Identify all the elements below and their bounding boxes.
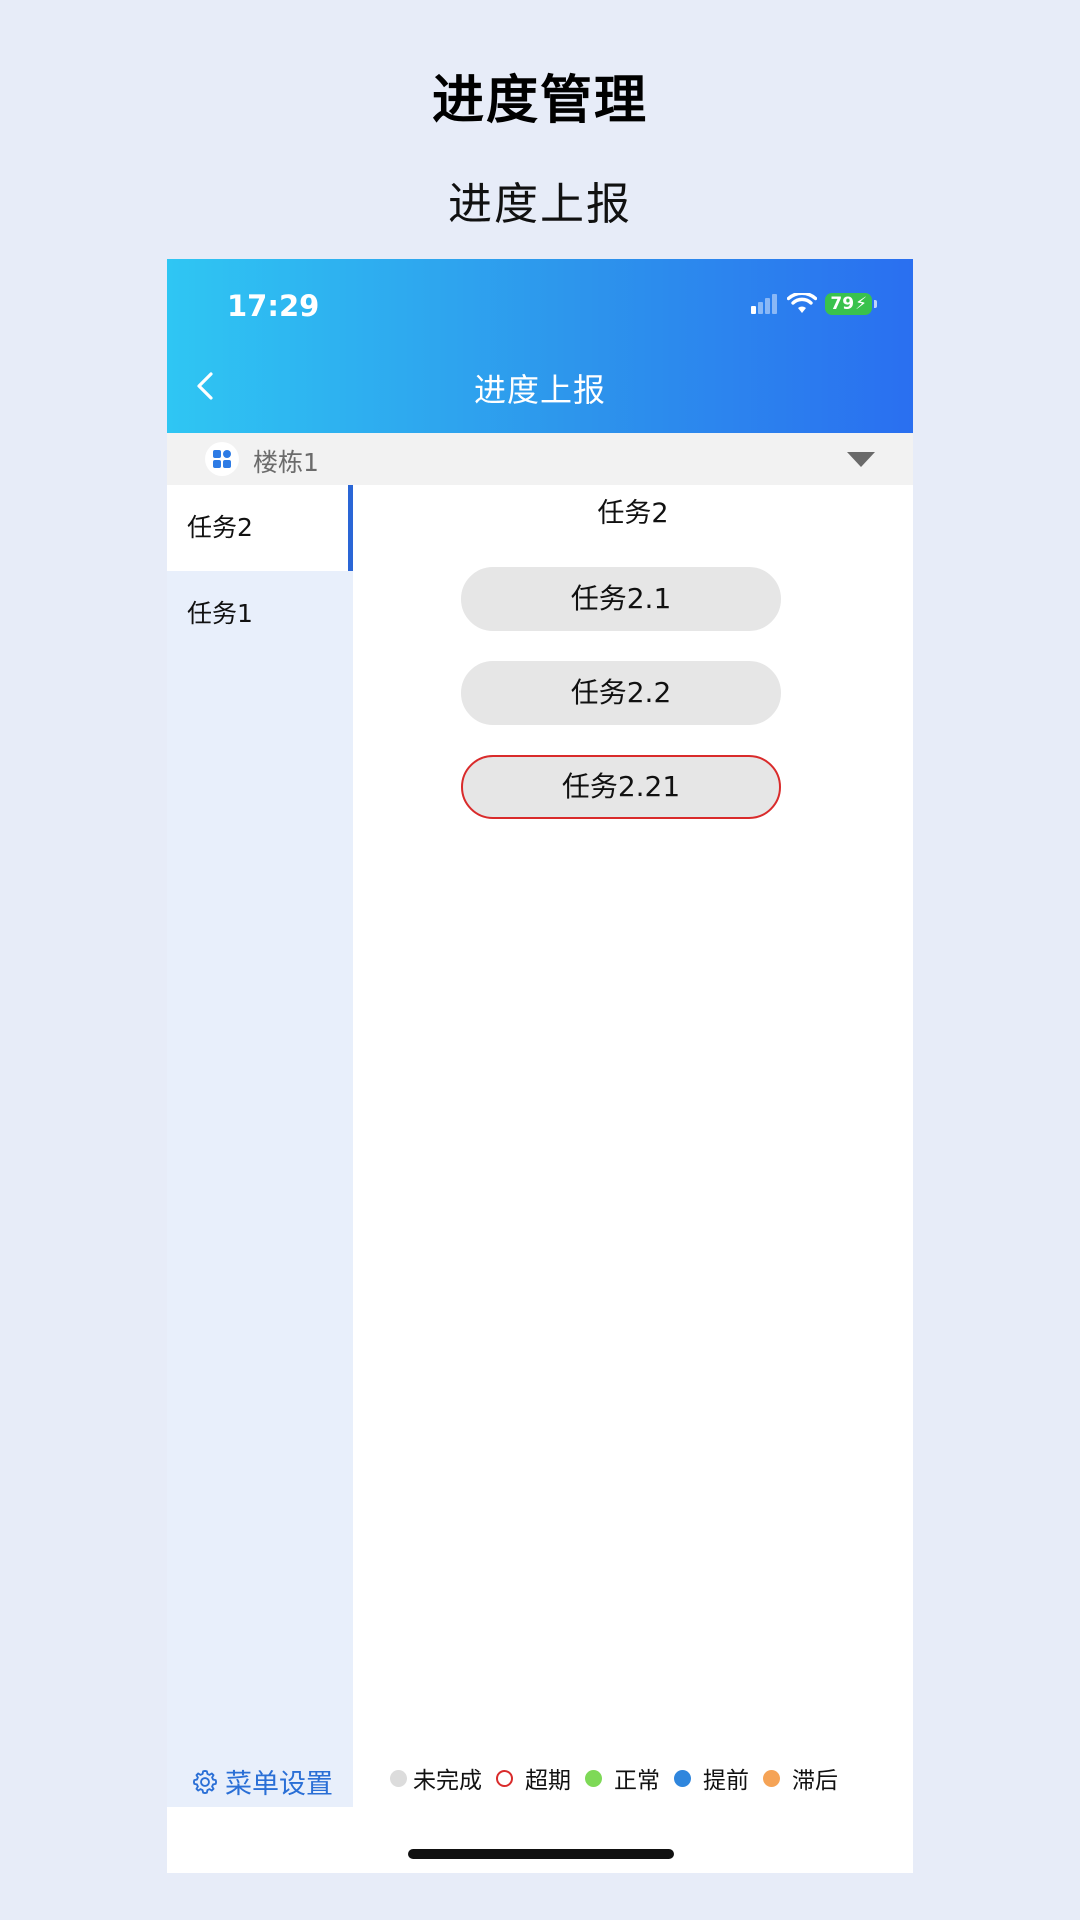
delayed-dot-icon (763, 1769, 780, 1787)
legend-item-overdue: 超期 (496, 1761, 571, 1795)
header-title: 进度上报 (473, 371, 606, 409)
legend-label: 提前 (703, 1768, 749, 1794)
sidebar-item-task1[interactable]: 任务1 (167, 571, 353, 657)
triangle-down-icon[interactable] (847, 452, 875, 467)
sidebar: 任务2 任务1 菜单设置 (167, 485, 353, 1807)
charging-icon: ⚡ (855, 294, 867, 314)
status-time: 17:29 (227, 289, 320, 323)
overdue-ring-icon (496, 1769, 513, 1787)
signal-icon (751, 294, 778, 314)
menu-settings-button[interactable]: 菜单设置 (191, 1762, 333, 1801)
menu-settings-label: 菜单设置 (225, 1769, 333, 1800)
page-subheading: 进度上报 (448, 179, 632, 230)
early-dot-icon (674, 1769, 691, 1787)
status-legend: 未完成 超期 正常 提前 滞后 (390, 1761, 852, 1795)
building-selector[interactable]: 楼栋1 (167, 433, 913, 485)
battery-icon: 79 ⚡ (825, 293, 872, 315)
task-list: 任务2.1 任务2.2 任务2.21 (461, 567, 781, 849)
group-title: 任务2 (597, 498, 669, 529)
task-button-2-2[interactable]: 任务2.2 (461, 661, 781, 725)
normal-dot-icon (585, 1769, 602, 1787)
sidebar-item-label: 任务1 (187, 599, 253, 628)
home-indicator (408, 1849, 674, 1859)
legend-label: 未完成 (413, 1768, 482, 1794)
legend-label: 正常 (614, 1768, 660, 1794)
legend-label: 滞后 (792, 1768, 838, 1794)
task-button-2-1[interactable]: 任务2.1 (461, 567, 781, 631)
wifi-icon (787, 293, 818, 313)
task-button-2-21[interactable]: 任务2.21 (461, 755, 781, 819)
page-heading: 进度管理 (431, 71, 648, 131)
task-panel: 任务2 任务2.1 任务2.2 任务2.21 (353, 485, 913, 1807)
incomplete-dot-icon (390, 1769, 407, 1787)
app-header: 17:29 79 ⚡ 进度上报 (167, 259, 913, 433)
gear-icon (192, 1769, 218, 1794)
legend-item-early: 提前 (674, 1761, 749, 1795)
building-name: 楼栋1 (253, 448, 319, 477)
apps-icon (205, 442, 239, 476)
legend-item-normal: 正常 (585, 1761, 660, 1795)
phone-screen: 17:29 79 ⚡ 进度上报 楼栋1 任务2 任务1 菜单设置 任务2 任务2… (167, 259, 913, 1873)
legend-item-incomplete: 未完成 (390, 1761, 482, 1795)
battery-tip (874, 300, 877, 308)
battery-level: 79 (830, 294, 855, 314)
legend-label: 超期 (525, 1768, 571, 1794)
sidebar-item-task2[interactable]: 任务2 (167, 485, 353, 571)
legend-item-delayed: 滞后 (763, 1761, 838, 1795)
status-icons: 79 ⚡ (751, 293, 877, 315)
sidebar-item-label: 任务2 (187, 513, 253, 542)
